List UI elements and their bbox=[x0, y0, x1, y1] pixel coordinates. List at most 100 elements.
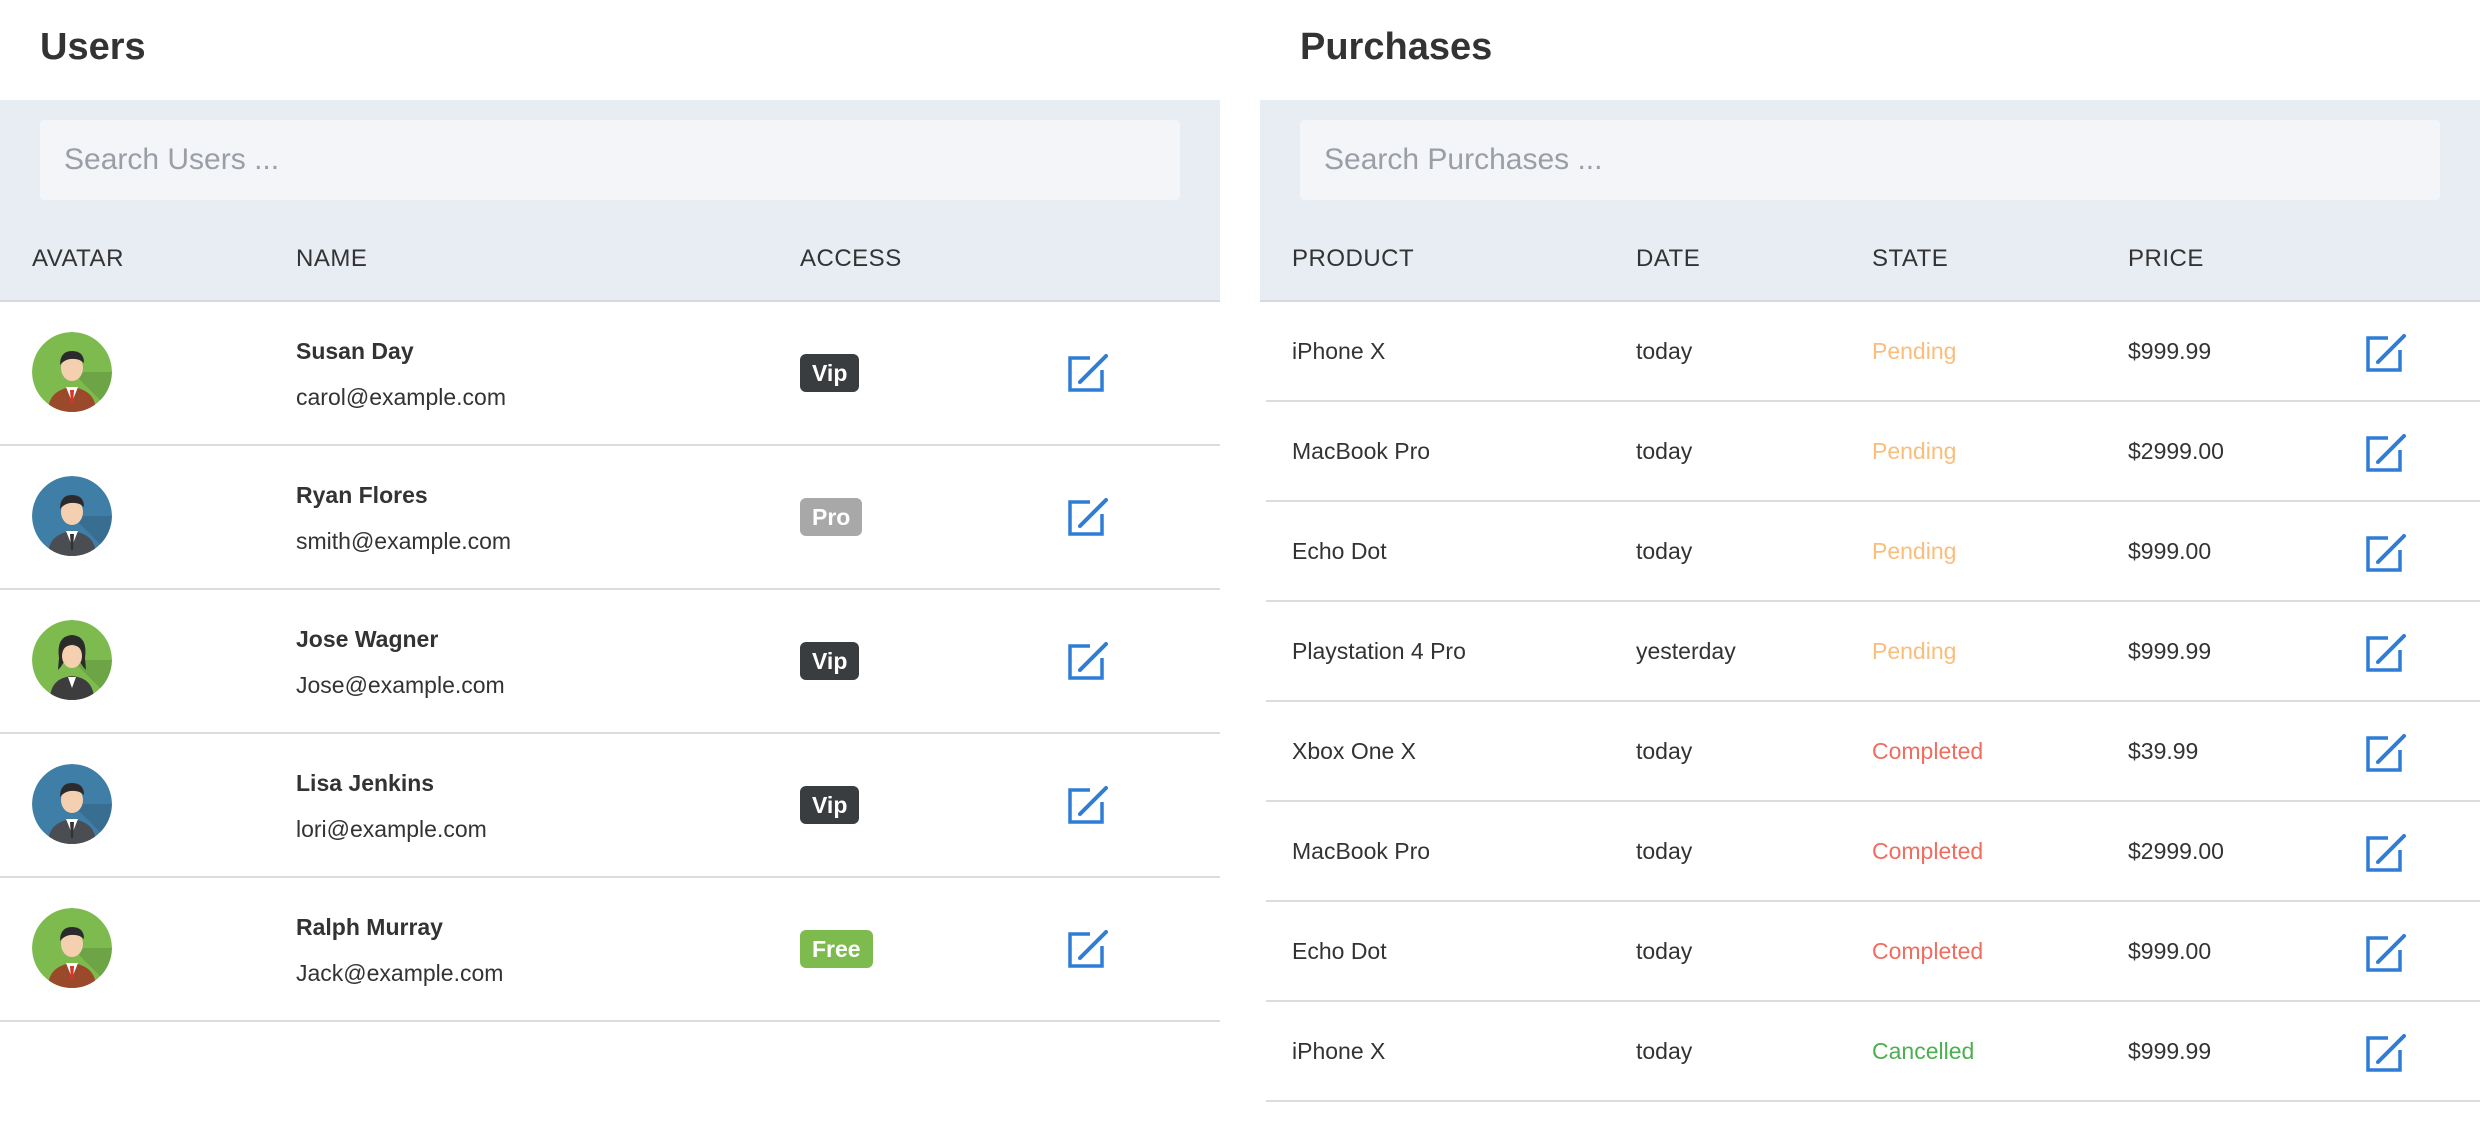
column-header-price: PRICE bbox=[2128, 245, 2204, 272]
edit-button[interactable] bbox=[2364, 530, 2408, 574]
edit-button[interactable] bbox=[2364, 330, 2408, 374]
access-badge: Pro bbox=[800, 498, 863, 536]
users-title: Users bbox=[40, 26, 146, 68]
edit-button[interactable] bbox=[1066, 926, 1110, 970]
table-row: Echo Dot today Completed $999.00 bbox=[1266, 902, 2480, 1002]
user-name: Ralph Murray bbox=[296, 914, 443, 940]
cell-date: today bbox=[1636, 938, 1693, 964]
edit-button[interactable] bbox=[2364, 730, 2408, 774]
cell-product: iPhone X bbox=[1292, 338, 1386, 364]
edit-icon bbox=[1066, 786, 1110, 830]
table-row: MacBook Pro today Completed $2999.00 bbox=[1266, 802, 2480, 902]
cell-product: MacBook Pro bbox=[1292, 438, 1431, 464]
cell-date: today bbox=[1636, 438, 1693, 464]
purchases-table-header: PRODUCT DATE STATE PRICE bbox=[1260, 220, 2480, 302]
edit-icon bbox=[1066, 930, 1110, 974]
access-badge: Vip bbox=[800, 642, 860, 680]
edit-button[interactable] bbox=[2364, 630, 2408, 674]
column-header-name: NAME bbox=[296, 245, 368, 272]
cell-date: today bbox=[1636, 738, 1693, 764]
edit-icon bbox=[2364, 1034, 2408, 1078]
table-row: Lisa Jenkins lori@example.com Vip bbox=[0, 734, 1220, 878]
cell-date: today bbox=[1636, 538, 1693, 564]
cell-state: Completed bbox=[1872, 738, 1984, 764]
column-header-avatar: AVATAR bbox=[32, 245, 124, 272]
edit-button[interactable] bbox=[2364, 830, 2408, 874]
cell-price: $2999.00 bbox=[2128, 438, 2224, 464]
table-row: MacBook Pro today Pending $2999.00 bbox=[1266, 402, 2480, 502]
avatar bbox=[32, 332, 112, 412]
users-search-input[interactable] bbox=[40, 120, 1180, 200]
edit-icon bbox=[2364, 434, 2408, 478]
table-row: Playstation 4 Pro yesterday Pending $999.99 bbox=[1266, 602, 2480, 702]
avatar bbox=[32, 476, 112, 556]
cell-price: $39.99 bbox=[2128, 738, 2199, 764]
user-name: Susan Day bbox=[296, 338, 414, 364]
cell-product: Xbox One X bbox=[1292, 738, 1417, 764]
cell-product: Echo Dot bbox=[1292, 938, 1387, 964]
cell-state: Pending bbox=[1872, 438, 1957, 464]
cell-product: MacBook Pro bbox=[1292, 838, 1431, 864]
user-email: smith@example.com bbox=[296, 528, 512, 554]
user-name: Ryan Flores bbox=[296, 482, 428, 508]
purchases-table-body: iPhone X today Pending $999.99 MacBook Pro to… bbox=[1260, 302, 2480, 1102]
edit-icon bbox=[1066, 642, 1110, 686]
edit-icon bbox=[2364, 634, 2408, 678]
table-row: Ryan Flores smith@example.com Pro bbox=[0, 446, 1220, 590]
purchases-search-bar bbox=[1260, 100, 2480, 220]
table-row: iPhone X today Cancelled $999.99 bbox=[1266, 1002, 2480, 1102]
users-panel: Users AVATAR NAME ACCESS Susan Day carol@… bbox=[0, 0, 1220, 1022]
edit-button[interactable] bbox=[1066, 494, 1110, 538]
column-header-product: PRODUCT bbox=[1292, 245, 1415, 272]
user-email: lori@example.com bbox=[296, 816, 487, 842]
cell-price: $999.99 bbox=[2128, 1038, 2212, 1064]
user-email: Jose@example.com bbox=[296, 672, 505, 698]
edit-icon bbox=[2364, 734, 2408, 778]
cell-state: Pending bbox=[1872, 338, 1957, 364]
table-row: Echo Dot today Pending $999.00 bbox=[1266, 502, 2480, 602]
table-row: Jose Wagner Jose@example.com Vip bbox=[0, 590, 1220, 734]
cell-state: Cancelled bbox=[1872, 1038, 1975, 1064]
avatar bbox=[32, 764, 112, 844]
table-row: iPhone X today Pending $999.99 bbox=[1266, 302, 2480, 402]
cell-date: today bbox=[1636, 338, 1693, 364]
purchases-title: Purchases bbox=[1300, 26, 1493, 68]
cell-product: iPhone X bbox=[1292, 1038, 1386, 1064]
cell-state: Completed bbox=[1872, 938, 1984, 964]
edit-button[interactable] bbox=[1066, 782, 1110, 826]
edit-button[interactable] bbox=[2364, 1030, 2408, 1074]
edit-button[interactable] bbox=[2364, 430, 2408, 474]
cell-state: Pending bbox=[1872, 638, 1957, 664]
edit-button[interactable] bbox=[1066, 638, 1110, 682]
cell-state: Completed bbox=[1872, 838, 1984, 864]
cell-price: $999.00 bbox=[2128, 538, 2212, 564]
edit-button[interactable] bbox=[1066, 350, 1110, 394]
table-row: Susan Day carol@example.com Vip bbox=[0, 302, 1220, 446]
purchases-panel: Purchases PRODUCT DATE STATE PRICE iPhon… bbox=[1260, 0, 2480, 1102]
cell-price: $999.00 bbox=[2128, 938, 2212, 964]
users-table-body: Susan Day carol@example.com Vip Ryan Flores… bbox=[0, 302, 1220, 1022]
cell-price: $2999.00 bbox=[2128, 838, 2224, 864]
edit-icon bbox=[2364, 934, 2408, 978]
users-search-bar bbox=[0, 100, 1220, 220]
cell-price: $999.99 bbox=[2128, 638, 2212, 664]
edit-button[interactable] bbox=[2364, 930, 2408, 974]
edit-icon bbox=[2364, 834, 2408, 878]
edit-icon bbox=[1066, 498, 1110, 542]
cell-product: Playstation 4 Pro bbox=[1292, 638, 1466, 664]
table-row: Ralph Murray Jack@example.com Free bbox=[0, 878, 1220, 1022]
user-email: carol@example.com bbox=[296, 384, 506, 410]
avatar bbox=[32, 908, 112, 988]
access-badge: Vip bbox=[800, 786, 860, 824]
cell-date: yesterday bbox=[1636, 638, 1736, 664]
edit-icon bbox=[1066, 354, 1110, 398]
user-name: Lisa Jenkins bbox=[296, 770, 435, 796]
cell-date: today bbox=[1636, 1038, 1693, 1064]
users-table-header: AVATAR NAME ACCESS bbox=[0, 220, 1220, 302]
column-header-state: STATE bbox=[1872, 245, 1949, 272]
cell-product: Echo Dot bbox=[1292, 538, 1387, 564]
purchases-search-input[interactable] bbox=[1300, 120, 2440, 200]
table-row: Xbox One X today Completed $39.99 bbox=[1266, 702, 2480, 802]
access-badge: Vip bbox=[800, 354, 860, 392]
column-header-access: ACCESS bbox=[800, 245, 902, 272]
